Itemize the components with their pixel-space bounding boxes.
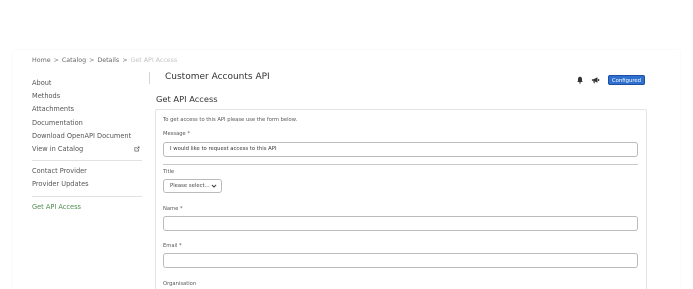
sidebar-item-contact-provider[interactable]: Contact Provider — [32, 165, 142, 178]
organisation-label: Organisation — [163, 281, 197, 287]
sidebar-item-documentation[interactable]: Documentation — [32, 117, 142, 130]
sidebar-item-get-api-access[interactable]: Get API Access — [32, 201, 142, 214]
sidebar-item-download-openapi[interactable]: Download OpenAPI Document — [32, 130, 142, 143]
title-label: Title — [163, 169, 175, 175]
breadcrumb: Home > Catalog > Details > Get API Access — [32, 57, 177, 64]
message-label: Message * — [163, 131, 190, 137]
section-title: Get API Access — [156, 94, 218, 104]
sidebar-item-provider-updates[interactable]: Provider Updates — [32, 178, 142, 191]
title-select-value: Please select... — [170, 183, 210, 189]
breadcrumb-current: Get API Access — [130, 57, 178, 64]
breadcrumb-separator: > — [89, 57, 95, 64]
title-select[interactable]: Please select... — [163, 179, 222, 193]
email-field[interactable] — [163, 253, 638, 268]
sidebar-item-attachments[interactable]: Attachments — [32, 103, 142, 116]
email-label: Email * — [163, 243, 182, 249]
sidebar-item-about[interactable]: About — [32, 77, 142, 90]
breadcrumb-home[interactable]: Home — [32, 57, 51, 64]
name-field[interactable] — [163, 216, 638, 231]
message-field[interactable]: I would like to request access to this A… — [163, 142, 638, 157]
sidebar-item-view-in-catalog[interactable]: View in Catalog — [32, 143, 142, 156]
form-intro: To get access to this API please use the… — [163, 117, 298, 123]
external-link-icon — [134, 146, 140, 152]
sidebar-item-label: View in Catalog — [32, 144, 84, 153]
breadcrumb-separator: > — [122, 57, 128, 64]
name-label: Name * — [163, 206, 183, 212]
breadcrumb-separator: > — [53, 57, 59, 64]
sidebar-divider — [32, 195, 142, 197]
chevron-down-icon — [211, 184, 217, 188]
breadcrumb-catalog[interactable]: Catalog — [62, 57, 86, 64]
form-divider — [163, 164, 638, 165]
sidebar-item-methods[interactable]: Methods — [32, 90, 142, 103]
vertical-divider — [149, 72, 150, 84]
page-title: Customer Accounts API — [165, 72, 270, 82]
sidebar: About Methods Attachments Documentation … — [32, 77, 142, 214]
sidebar-divider — [32, 160, 142, 162]
breadcrumb-details[interactable]: Details — [97, 57, 119, 64]
status-badge: Configured — [608, 75, 645, 85]
megaphone-icon[interactable] — [591, 76, 600, 84]
bell-icon[interactable] — [576, 76, 584, 84]
